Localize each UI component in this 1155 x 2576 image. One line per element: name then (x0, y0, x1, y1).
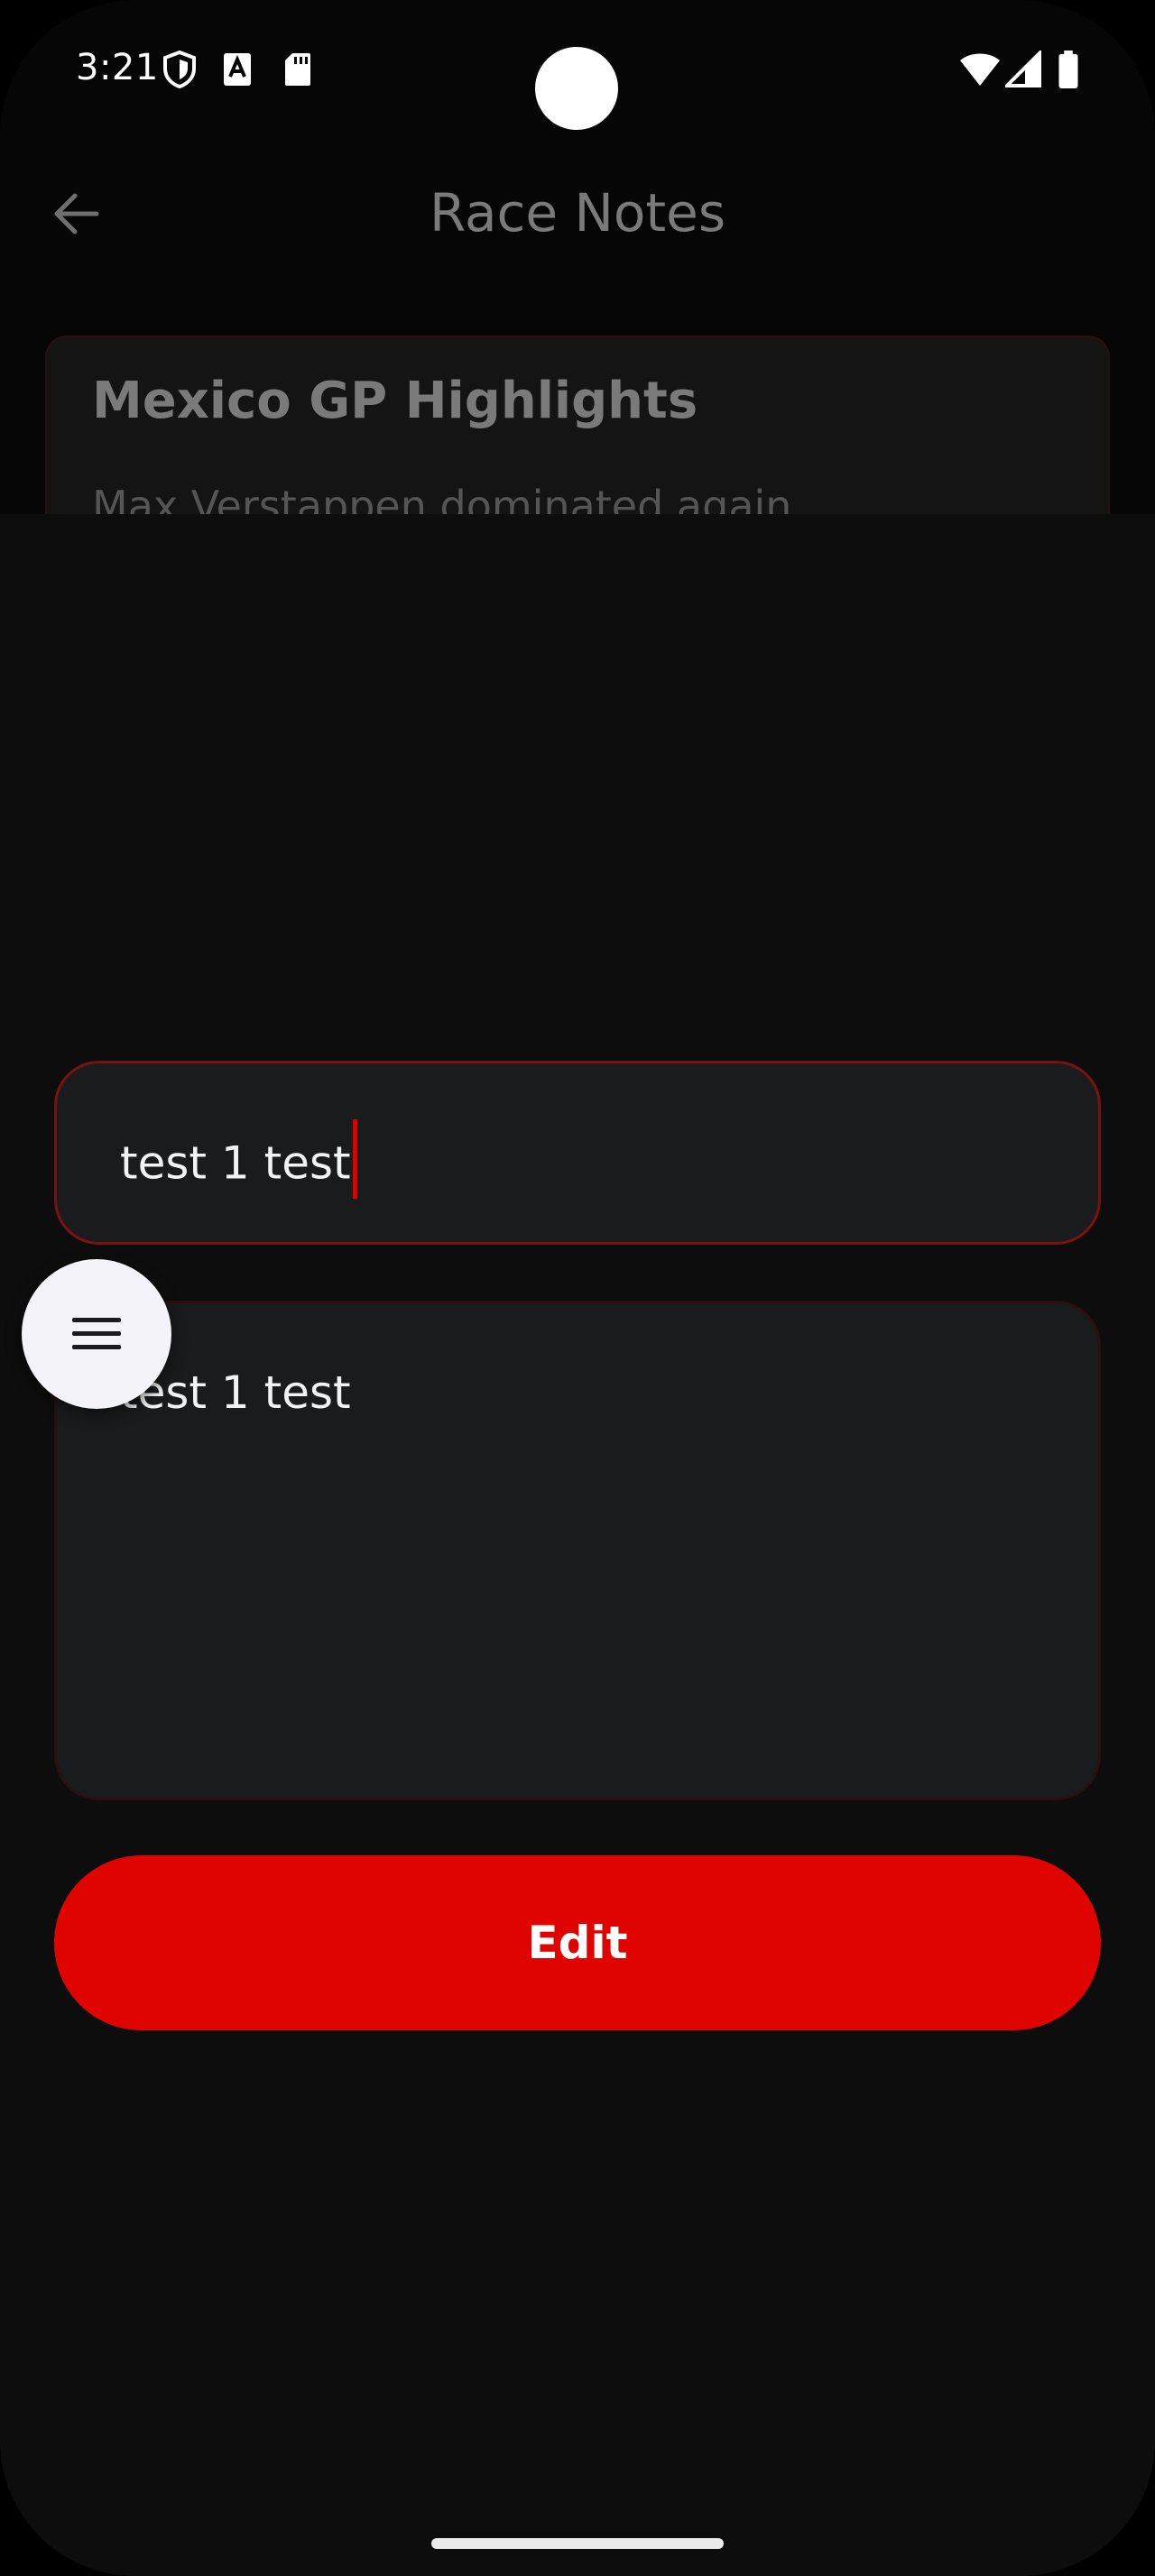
home-indicator[interactable] (431, 2538, 724, 2549)
note-content-input[interactable]: test 1 test (54, 1301, 1101, 1800)
note-title-input[interactable]: test 1 test (54, 1061, 1101, 1245)
wifi-icon (960, 53, 1000, 86)
cellular-signal-icon (1005, 51, 1041, 87)
sd-card-icon (285, 53, 310, 86)
note-title: Mexico GP Highlights (92, 372, 698, 430)
shield-icon (163, 51, 196, 88)
status-time: 3:21 (76, 47, 159, 88)
font-a-icon (224, 53, 251, 86)
note-title-input-value: test 1 test (120, 1119, 357, 1206)
app-bar: Race Notes (0, 162, 1155, 271)
edit-button[interactable]: Edit (54, 1855, 1101, 2030)
menu-icon (72, 1318, 121, 1349)
camera-cutout (535, 47, 618, 130)
page-title: Race Notes (429, 182, 726, 244)
phone-screen: 3:21 Race Notes Mexico GP Highlights Max… (0, 0, 1155, 2576)
text-cursor (352, 1119, 357, 1199)
battery-icon (1058, 51, 1078, 88)
status-bar: 3:21 (0, 0, 1155, 144)
menu-fab[interactable] (22, 1259, 171, 1409)
